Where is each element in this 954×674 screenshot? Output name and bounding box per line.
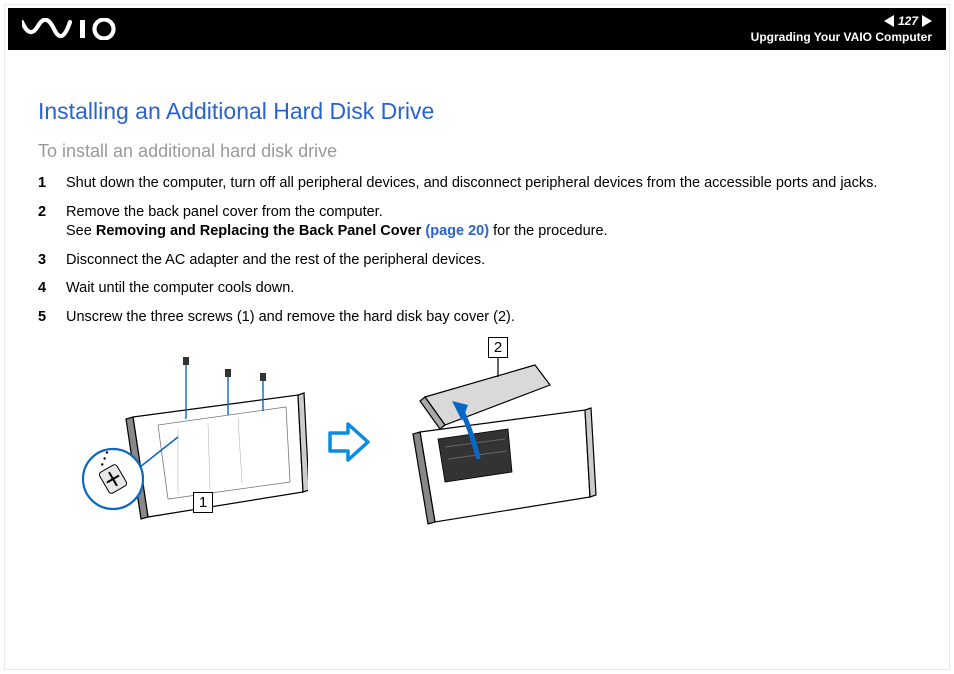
step-text-part: for the procedure. [489, 223, 608, 239]
arrow-right-icon [328, 421, 370, 463]
breadcrumb: Upgrading Your VAIO Computer [751, 30, 932, 44]
page-title: Installing an Additional Hard Disk Drive [38, 98, 916, 125]
step-item: 4 Wait until the computer cools down. [38, 279, 916, 299]
diagram-unscrew: 1 [78, 347, 308, 537]
step-bold-ref: Removing and Replacing the Back Panel Co… [96, 223, 422, 239]
step-list: 1 Shut down the computer, turn off all p… [38, 174, 916, 327]
page-number: 127 [898, 14, 918, 28]
step-text: Remove the back panel cover from the com… [66, 203, 916, 242]
step-text: Disconnect the AC adapter and the rest o… [66, 251, 916, 271]
computer-back-remove-cover-icon [390, 347, 610, 537]
callout-label-2: 2 [488, 337, 508, 358]
page-nav: 127 [884, 14, 932, 28]
step-text: Unscrew the three screws (1) and remove … [66, 308, 916, 328]
nav-next-arrow-icon[interactable] [922, 15, 932, 27]
step-number: 1 [38, 174, 52, 194]
step-item: 5 Unscrew the three screws (1) and remov… [38, 308, 916, 328]
cross-reference-link[interactable]: (page 20) [421, 223, 489, 239]
vaio-logo [22, 18, 132, 40]
step-item: 3 Disconnect the AC adapter and the rest… [38, 251, 916, 271]
header-bar: 127 Upgrading Your VAIO Computer [8, 8, 946, 50]
main-content: Installing an Additional Hard Disk Drive… [38, 68, 916, 537]
step-number: 2 [38, 203, 52, 242]
section-subtitle: To install an additional hard disk drive [38, 141, 916, 162]
step-text: Shut down the computer, turn off all per… [66, 174, 916, 194]
nav-prev-arrow-icon[interactable] [884, 15, 894, 27]
instruction-figure: 1 [78, 347, 916, 537]
step-text: Wait until the computer cools down. [66, 279, 916, 299]
step-number: 5 [38, 308, 52, 328]
step-item: 2 Remove the back panel cover from the c… [38, 203, 916, 242]
diagram-remove-cover: 2 [390, 347, 610, 537]
step-number: 3 [38, 251, 52, 271]
callout-label-1: 1 [193, 492, 213, 513]
step-number: 4 [38, 279, 52, 299]
step-item: 1 Shut down the computer, turn off all p… [38, 174, 916, 194]
